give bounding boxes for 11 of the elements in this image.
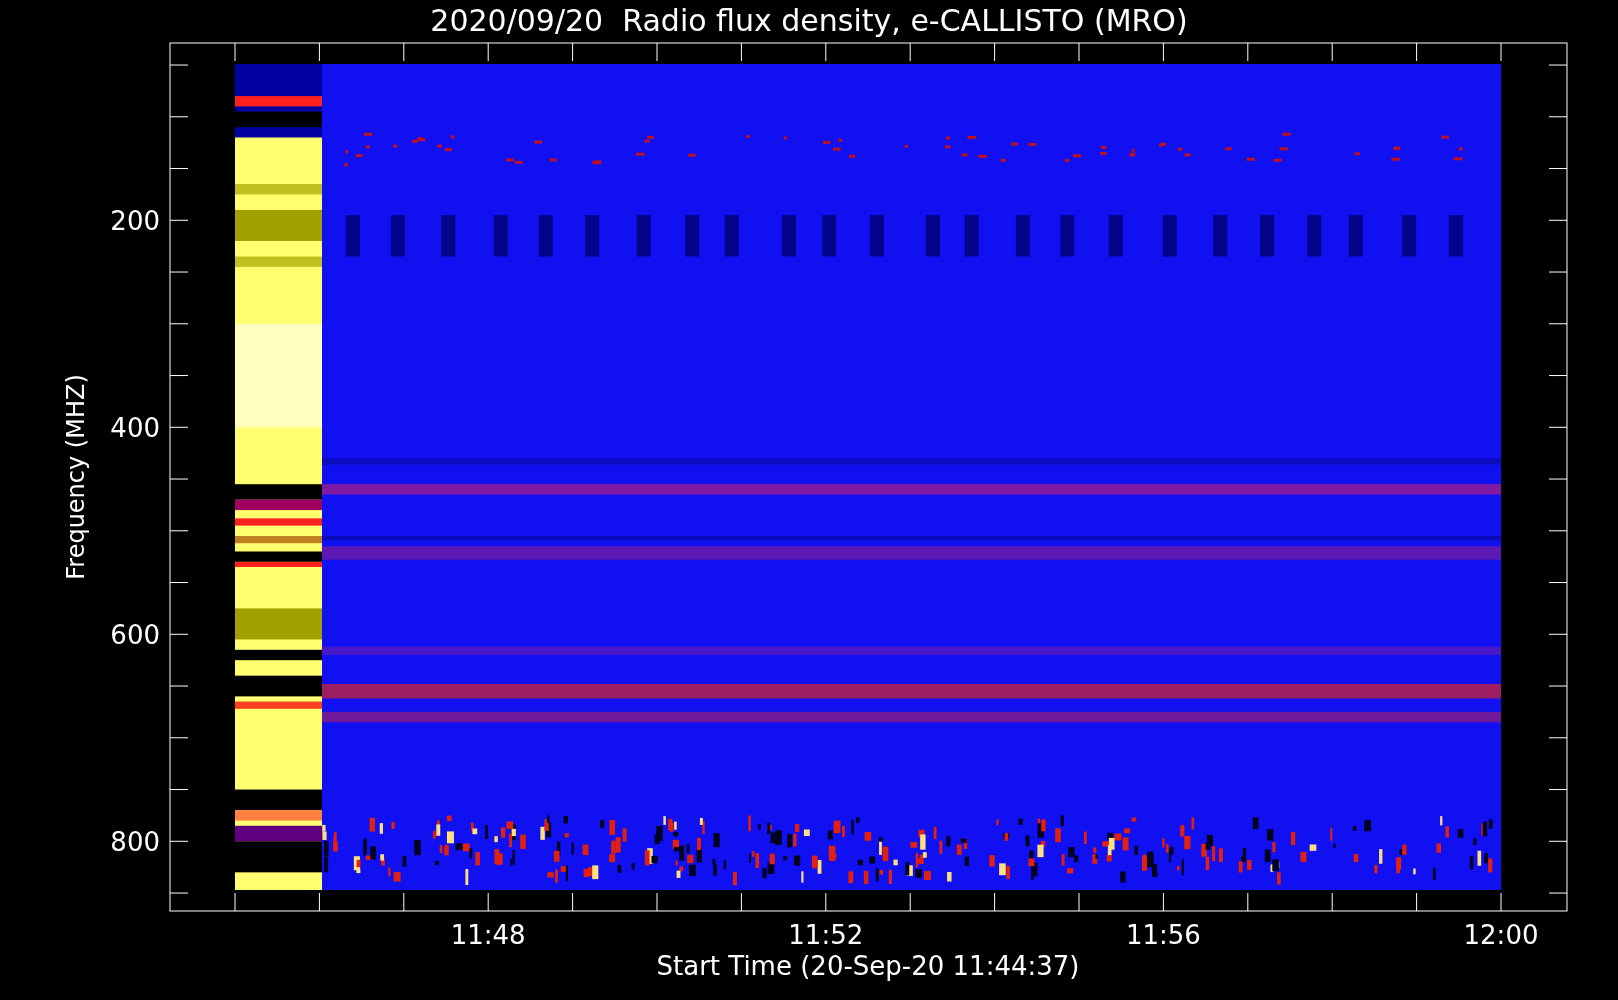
- y-axis-label: Frequency (MHZ): [62, 374, 90, 580]
- y-tick-label: 600: [110, 620, 160, 651]
- x-tick-label: 12:00: [1463, 920, 1539, 950]
- chart-title: 2020/09/20 Radio flux density, e-CALLISTO (MRO): [430, 3, 1188, 38]
- x-tick-label: 11:56: [1125, 920, 1201, 950]
- x-axis-label: Start Time (20-Sep-20 11:44:37): [656, 951, 1080, 981]
- x-tick-label: 11:52: [788, 920, 864, 950]
- x-tick-label: 11:48: [450, 920, 526, 950]
- y-tick-label: 800: [110, 827, 160, 858]
- y-tick-label: 200: [110, 206, 160, 237]
- y-tick-label: 400: [110, 413, 160, 444]
